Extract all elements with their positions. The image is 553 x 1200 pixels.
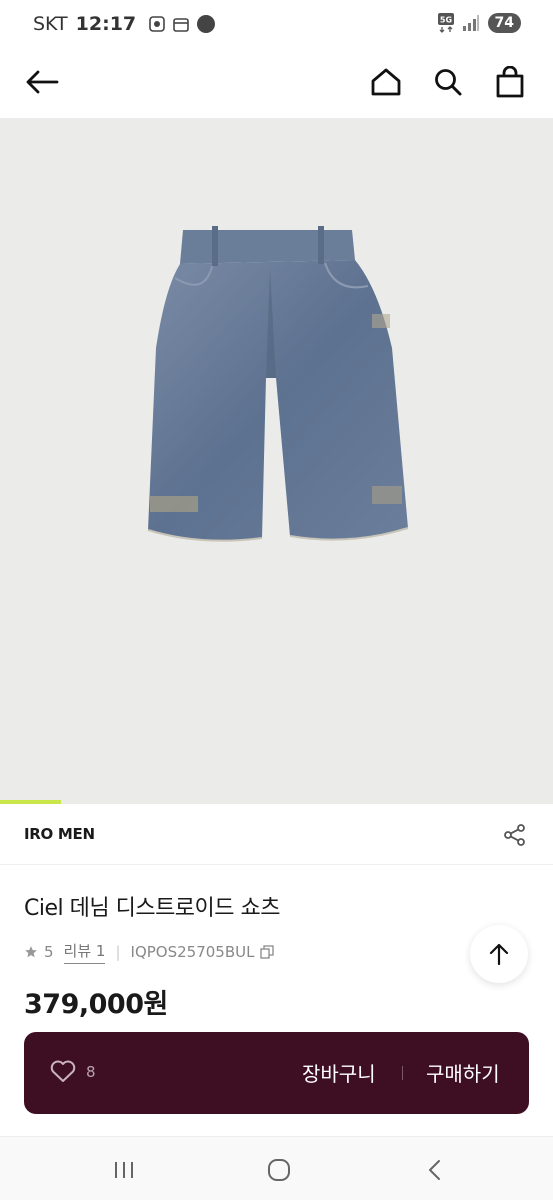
purchase-bar-divider [402, 1066, 403, 1080]
star-icon [25, 946, 37, 958]
add-to-cart-button[interactable]: 장바구니 [302, 1058, 376, 1087]
status-bar: SKT 12:17 5G 74 [0, 0, 553, 50]
wishlist-button[interactable]: 8 [50, 1060, 96, 1083]
carrier-label: SKT [33, 13, 68, 35]
arrow-up-icon [489, 943, 509, 965]
arrow-left-icon [26, 70, 59, 94]
recent-apps-button[interactable] [104, 1155, 144, 1185]
scroll-top-button[interactable] [470, 925, 528, 983]
system-navigation-bar [0, 1136, 553, 1200]
shopping-bag-icon [496, 66, 524, 98]
svg-text:5G: 5G [439, 16, 451, 25]
back-button[interactable] [20, 60, 64, 104]
copy-icon[interactable] [260, 945, 275, 959]
home-circle-icon [268, 1159, 290, 1181]
wish-count: 8 [86, 1062, 96, 1081]
meta-divider: | [115, 943, 121, 961]
product-code: IQPOS25705BUL [131, 943, 275, 961]
denim-shorts-image [147, 226, 409, 542]
back-system-button[interactable] [414, 1155, 454, 1185]
purchase-bar: 8 장바구니 구매하기 [24, 1032, 529, 1114]
home-system-button[interactable] [259, 1155, 299, 1185]
signal-icon [462, 15, 479, 31]
review-link[interactable]: 리뷰 1 [63, 940, 106, 964]
product-title: Ciel 데님 디스트로이드 쇼츠 [24, 896, 281, 921]
calendar-icon [173, 18, 189, 32]
clock: 12:17 [75, 13, 137, 35]
search-icon [435, 69, 462, 96]
chevron-left-icon [429, 1160, 440, 1180]
product-meta-row: 5 리뷰 1 | IQPOS25705BUL [24, 940, 275, 964]
buy-now-button[interactable]: 구매하기 [426, 1058, 500, 1087]
home-icon [371, 68, 401, 96]
brand-name-link[interactable]: IRO MEN [24, 825, 95, 843]
network-5g-icon: 5G [437, 13, 454, 33]
image-progress-fill [0, 800, 61, 804]
rating: 5 [24, 943, 54, 961]
home-button[interactable] [364, 60, 408, 104]
product-price: 379,000원 [24, 989, 168, 1020]
search-button[interactable] [426, 60, 470, 104]
recent-apps-icon [115, 1162, 133, 1178]
app-header [0, 50, 553, 118]
screenshot-icon [149, 16, 165, 32]
cart-bag-button[interactable] [488, 60, 532, 104]
brand-row: IRO MEN [0, 805, 553, 865]
rating-value: 5 [44, 943, 54, 961]
share-button[interactable] [501, 821, 529, 849]
image-progress-track [0, 800, 553, 804]
product-code-value: IQPOS25705BUL [130, 943, 255, 961]
product-image[interactable] [0, 118, 553, 804]
share-icon [504, 824, 525, 846]
heart-icon [50, 1060, 76, 1082]
battery-indicator: 74 [487, 13, 521, 33]
app-notification-icon [197, 15, 216, 33]
